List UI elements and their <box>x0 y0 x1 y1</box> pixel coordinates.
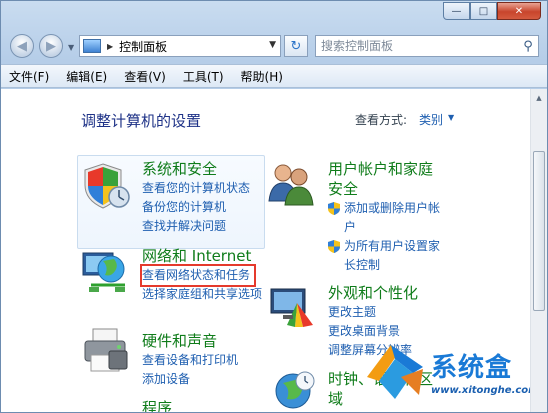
address-bar[interactable]: ▶ 控制面板 ▼ <box>79 35 281 57</box>
menu-bar: 文件(F) 编辑(E) 查看(V) 工具(T) 帮助(H) <box>1 64 547 88</box>
search-box: ⚲ <box>315 35 539 57</box>
menu-tools[interactable]: 工具(T) <box>183 68 224 85</box>
homegroup-sharing-link[interactable]: 选择家庭组和共享选项 <box>142 285 262 304</box>
menu-edit[interactable]: 编辑(E) <box>66 68 107 85</box>
parental-controls-text[interactable]: 为所有用户设置家 <box>344 239 440 253</box>
view-devices-printers-link[interactable]: 查看设备和打印机 <box>142 351 238 370</box>
forward-button[interactable]: ▶ <box>39 34 63 58</box>
menu-file[interactable]: 文件(F) <box>9 68 49 85</box>
users-icon[interactable] <box>267 161 317 207</box>
menu-view[interactable]: 查看(V) <box>124 68 166 85</box>
shield-icon[interactable] <box>81 161 131 211</box>
clock-globe-icon[interactable] <box>273 369 317 409</box>
appearance-title[interactable]: 外观和个性化 <box>328 283 418 303</box>
user-accounts-category: 用户帐户和家庭 安全 添加或删除用户帐 户 为所有用户设置家 长控制 <box>328 159 440 275</box>
chevron-right-icon[interactable]: ▶ <box>107 42 113 51</box>
vertical-scrollbar[interactable]: ▲ <box>530 89 547 412</box>
page-title: 调整计算机的设置 <box>81 112 202 130</box>
monitor-palette-icon[interactable] <box>267 285 317 331</box>
control-panel-icon <box>83 39 101 53</box>
printer-icon[interactable] <box>81 325 131 375</box>
add-device-link[interactable]: 添加设备 <box>142 370 238 389</box>
troubleshoot-link[interactable]: 查找并解决问题 <box>142 217 250 236</box>
hardware-sound-category: 硬件和声音 查看设备和打印机 添加设备 <box>142 331 238 389</box>
watermark-url: www.xitonghe.com <box>431 385 539 396</box>
minimize-button[interactable]: — <box>443 2 470 20</box>
control-panel-window: — □ ✕ ◀ ▶ ▼ ▶ 控制面板 ▼ ↻ ⚲ 文件(F) 编辑(E) 查看(… <box>0 0 548 413</box>
maximize-button[interactable]: □ <box>470 2 497 20</box>
view-computer-status-link[interactable]: 查看您的计算机状态 <box>142 179 250 198</box>
search-input[interactable] <box>321 37 518 55</box>
parental-controls-text-line2[interactable]: 长控制 <box>328 256 440 275</box>
breadcrumb-control-panel[interactable]: 控制面板 <box>119 38 167 55</box>
view-by-dropdown-icon[interactable]: ▼ <box>448 113 454 122</box>
user-accounts-title-line1[interactable]: 用户帐户和家庭 <box>328 159 440 179</box>
view-by-selector[interactable]: 类别 <box>419 111 443 128</box>
programs-title[interactable]: 程序 <box>142 398 172 412</box>
scroll-thumb[interactable] <box>533 151 545 311</box>
back-button[interactable]: ◀ <box>10 34 34 58</box>
recent-pages-dropdown[interactable]: ▼ <box>68 43 74 52</box>
content-pane: 调整计算机的设置 查看方式: 类别 ▼ 系统和安全 查看您的计算机状态 备份您的… <box>1 89 547 412</box>
watermark-brand: 系统盒 <box>431 353 513 383</box>
scroll-up-icon[interactable]: ▲ <box>531 89 547 106</box>
navigation-row: ◀ ▶ ▼ ▶ 控制面板 ▼ ↻ ⚲ <box>1 29 547 61</box>
view-by-label: 查看方式: <box>355 113 408 127</box>
add-remove-accounts-link[interactable]: 添加或删除用户帐 <box>328 199 440 218</box>
backup-computer-link[interactable]: 备份您的计算机 <box>142 198 250 217</box>
user-accounts-title-line2[interactable]: 安全 <box>328 179 440 199</box>
watermark: 系统盒 www.xitonghe.com <box>361 337 547 412</box>
globe-network-icon[interactable] <box>81 249 131 295</box>
add-remove-accounts-text-line2[interactable]: 户 <box>328 218 440 237</box>
view-network-status-link[interactable]: 查看网络状态和任务 <box>139 264 257 287</box>
system-security-category: 系统和安全 查看您的计算机状态 备份您的计算机 查找并解决问题 <box>142 159 250 236</box>
parental-controls-link[interactable]: 为所有用户设置家 <box>328 237 440 256</box>
uac-shield-icon <box>328 202 340 215</box>
network-internet-title[interactable]: 网络和 Internet <box>142 246 262 266</box>
add-remove-accounts-text[interactable]: 添加或删除用户帐 <box>344 201 440 215</box>
hardware-sound-title[interactable]: 硬件和声音 <box>142 331 238 351</box>
menu-help[interactable]: 帮助(H) <box>241 68 283 85</box>
system-security-title[interactable]: 系统和安全 <box>142 159 250 179</box>
search-icon[interactable]: ⚲ <box>518 39 538 54</box>
close-button[interactable]: ✕ <box>497 2 541 20</box>
address-dropdown-icon[interactable]: ▼ <box>269 40 276 50</box>
caption-buttons: — □ ✕ <box>443 2 541 20</box>
refresh-button[interactable]: ↻ <box>284 35 308 57</box>
change-theme-link[interactable]: 更改主题 <box>328 303 418 322</box>
network-internet-category: 网络和 Internet 查看网络状态和任务 选择家庭组和共享选项 <box>139 246 262 304</box>
uac-shield-icon <box>328 240 340 253</box>
watermark-logo-icon <box>367 345 423 399</box>
